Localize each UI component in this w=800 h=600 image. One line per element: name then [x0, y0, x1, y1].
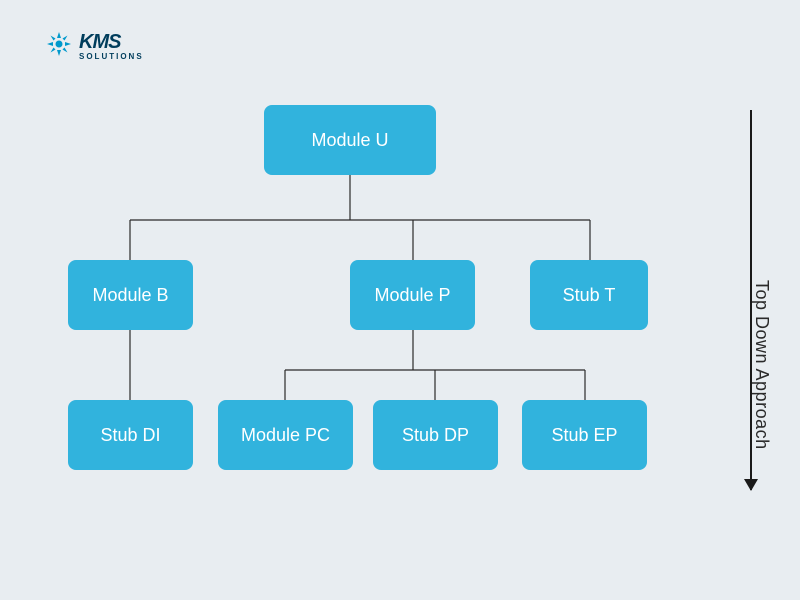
node-label: Stub T — [563, 285, 616, 306]
node-label: Module PC — [241, 425, 330, 446]
node-stub-dp: Stub DP — [373, 400, 498, 470]
node-stub-ep: Stub EP — [522, 400, 647, 470]
node-module-b: Module B — [68, 260, 193, 330]
tree-diagram: Module U Module B Module P Stub T Stub D… — [0, 0, 800, 600]
node-module-u: Module U — [264, 105, 436, 175]
node-module-p: Module P — [350, 260, 475, 330]
node-label: Stub EP — [551, 425, 617, 446]
node-label: Stub DP — [402, 425, 469, 446]
node-module-pc: Module PC — [218, 400, 353, 470]
node-label: Module P — [374, 285, 450, 306]
node-label: Stub DI — [100, 425, 160, 446]
node-stub-di: Stub DI — [68, 400, 193, 470]
node-stub-t: Stub T — [530, 260, 648, 330]
approach-label: Top Down Approach — [751, 280, 772, 450]
node-label: Module B — [92, 285, 168, 306]
node-label: Module U — [311, 130, 388, 151]
